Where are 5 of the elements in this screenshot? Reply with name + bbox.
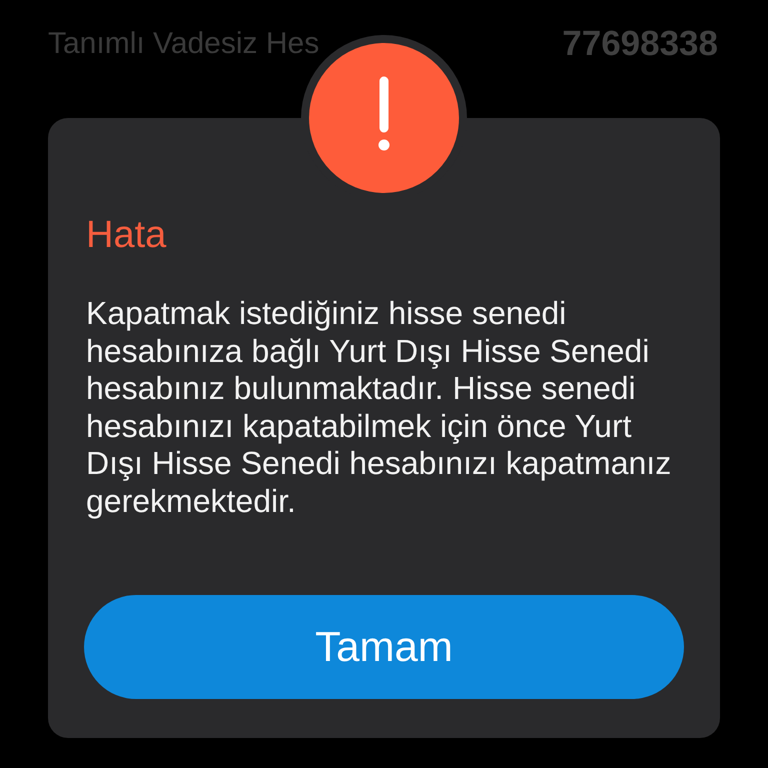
ok-button[interactable]: Tamam	[84, 595, 684, 699]
account-label: Tanımlı Vadesiz Hes	[48, 26, 320, 62]
account-number: 77698338	[562, 23, 718, 65]
dialog-title: Hata	[86, 213, 166, 257]
dialog-message: Kapatmak istediğiniz hisse senedi hesabınıza bağlı Yurt Dışı Hisse Senedi hesabınız bulunmaktadır. Hisse senedi hesabınızı kapatabilmek için önce Yurt Dışı Hisse Senedi hesabınızı kapatmanız gerekmektedir.	[86, 295, 672, 520]
